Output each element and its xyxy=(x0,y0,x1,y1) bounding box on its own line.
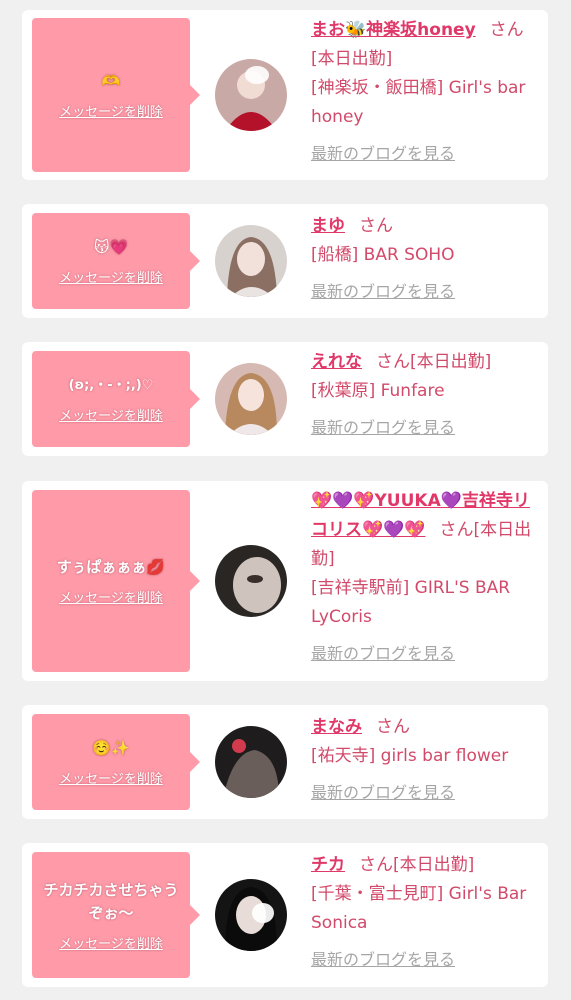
message-bubble: すぅぱぁぁぁ💋 メッセージを削除 xyxy=(32,490,200,672)
message-card: (ʚ;,・-・;,)♡ メッセージを削除 えれな さん[本日出勤] [秋葉原] F… xyxy=(22,342,548,456)
delete-message-link[interactable]: メッセージを削除 xyxy=(59,405,163,424)
cast-name-link[interactable]: えれな xyxy=(311,352,362,372)
shop-info: [神楽坂・飯田橋] Girl's bar honey xyxy=(311,78,526,127)
avatar-photo-icon xyxy=(215,879,287,951)
honorific: さん xyxy=(359,216,393,236)
avatar[interactable] xyxy=(215,225,287,297)
status-badge: [本日出勤] xyxy=(311,49,393,69)
shop-info: [吉祥寺駅前] GIRL'S BAR LyCoris xyxy=(311,578,511,627)
shop-info: [船橋] BAR SOHO xyxy=(311,245,455,265)
delete-message-link[interactable]: メッセージを削除 xyxy=(59,267,163,286)
message-text: (ʚ;,・-・;,)♡ xyxy=(68,378,154,393)
shop-info: [秋葉原] Funfare xyxy=(311,381,445,401)
message-card: 🫶 メッセージを削除 まお🐝神楽坂honey さん [本日出勤] [神楽坂・飯田橋]… xyxy=(22,10,548,180)
avatar[interactable] xyxy=(215,363,287,435)
avatar-photo-icon xyxy=(215,726,287,798)
latest-blog-link[interactable]: 最新のブログを見る xyxy=(311,640,455,664)
honorific: さん xyxy=(376,352,410,372)
cast-name-link[interactable]: まお🐝神楽坂honey xyxy=(311,20,476,40)
message-card: すぅぱぁぁぁ💋 メッセージを削除 💖💜💖YUUKA💜吉祥寺リコリス💖💜💖 さん[本… xyxy=(22,481,548,681)
latest-blog-link[interactable]: 最新のブログを見る xyxy=(311,779,455,803)
cast-name-link[interactable]: チカ xyxy=(311,855,345,875)
latest-blog-link[interactable]: 最新のブログを見る xyxy=(311,414,455,438)
avatar[interactable] xyxy=(215,726,287,798)
delete-message-link[interactable]: メッセージを削除 xyxy=(59,768,163,787)
message-bubble: ☺️✨ メッセージを削除 xyxy=(32,714,200,810)
avatar[interactable] xyxy=(215,545,287,617)
avatar[interactable] xyxy=(215,59,287,131)
avatar-photo-icon xyxy=(215,59,287,131)
message-text: チカチカさせちゃうぞぉ〜 xyxy=(43,880,179,922)
cast-info: まゆ さん [船橋] BAR SOHO 最新のブログを見る xyxy=(311,212,543,302)
cast-name-link[interactable]: まなみ xyxy=(311,717,362,737)
latest-blog-link[interactable]: 最新のブログを見る xyxy=(311,278,455,302)
message-card: 😽💗 メッセージを削除 まゆ さん [船橋] BAR SOHO 最新のブログを見る xyxy=(22,204,548,318)
avatar-photo-icon xyxy=(215,545,287,617)
message-card: チカチカさせちゃうぞぉ〜 メッセージを削除 チカ さん[本日出勤] [千葉・富士見… xyxy=(22,843,548,987)
message-bubble: (ʚ;,・-・;,)♡ メッセージを削除 xyxy=(32,351,200,447)
message-bubble: 🫶 メッセージを削除 xyxy=(32,18,200,172)
message-bubble: 😽💗 メッセージを削除 xyxy=(32,213,200,309)
status-badge: [本日出勤] xyxy=(410,352,492,372)
cast-info: まなみ さん [祐天寺] girls bar flower 最新のブログを見る xyxy=(311,713,543,803)
avatar-photo-icon xyxy=(215,363,287,435)
honorific: さん xyxy=(376,717,410,737)
latest-blog-link[interactable]: 最新のブログを見る xyxy=(311,946,455,970)
status-badge: [本日出勤] xyxy=(393,855,475,875)
honorific: さん xyxy=(489,20,524,40)
latest-blog-link[interactable]: 最新のブログを見る xyxy=(311,140,455,164)
message-text: すぅぱぁぁぁ💋 xyxy=(56,558,166,576)
delete-message-link[interactable]: メッセージを削除 xyxy=(59,587,163,606)
delete-message-link[interactable]: メッセージを削除 xyxy=(59,933,163,952)
cast-info: 💖💜💖YUUKA💜吉祥寺リコリス💖💜💖 さん[本日出勤] [吉祥寺駅前] GIRL… xyxy=(311,487,543,664)
message-text: 🫶 xyxy=(101,72,121,90)
cast-info: まお🐝神楽坂honey さん [本日出勤] [神楽坂・飯田橋] Girl's bar… xyxy=(311,16,543,164)
shop-info: [千葉・富士見町] Girl's Bar Sonica xyxy=(311,884,527,933)
avatar-photo-icon xyxy=(215,225,287,297)
message-card: ☺️✨ メッセージを削除 まなみ さん [祐天寺] girls bar flowe… xyxy=(22,705,548,819)
message-text: ☺️✨ xyxy=(92,739,130,757)
avatar[interactable] xyxy=(215,879,287,951)
message-bubble: チカチカさせちゃうぞぉ〜 メッセージを削除 xyxy=(32,852,200,978)
delete-message-link[interactable]: メッセージを削除 xyxy=(59,101,163,120)
cast-name-link[interactable]: まゆ xyxy=(311,216,345,236)
cast-info: チカ さん[本日出勤] [千葉・富士見町] Girl's Bar Sonica 最… xyxy=(311,851,543,970)
cast-info: えれな さん[本日出勤] [秋葉原] Funfare 最新のブログを見る xyxy=(311,348,543,438)
honorific: さん xyxy=(439,520,474,540)
shop-info: [祐天寺] girls bar flower xyxy=(311,746,509,766)
honorific: さん xyxy=(359,855,393,875)
message-text: 😽💗 xyxy=(93,238,129,256)
